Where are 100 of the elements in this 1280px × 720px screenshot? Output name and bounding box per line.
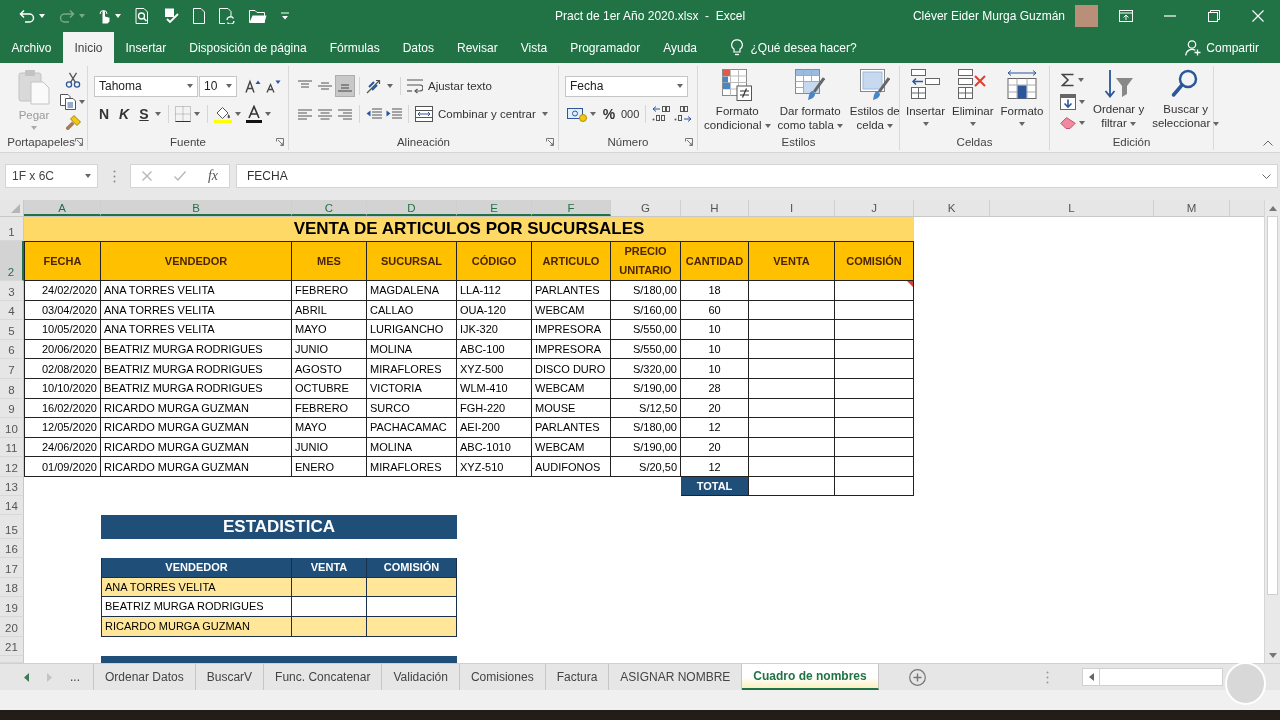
row-header[interactable]: 2 — [0, 241, 24, 281]
font-color-icon[interactable] — [246, 105, 262, 123]
conditional-format-button[interactable]: Formato condicional — [702, 66, 773, 134]
format-as-table-button[interactable]: Dar formato como tabla — [775, 66, 845, 134]
ribbon-tab[interactable]: Insertar — [114, 32, 178, 63]
scrollbar-thumb[interactable] — [1267, 216, 1278, 595]
caret-icon[interactable] — [1078, 77, 1084, 82]
row-header[interactable]: 20 — [0, 616, 24, 637]
checkmark-icon[interactable] — [173, 171, 186, 181]
corner-arrow-icon[interactable] — [75, 138, 83, 146]
row-header[interactable]: 1 — [0, 217, 24, 241]
sheet-tab[interactable]: Cuadro de nombres — [742, 664, 879, 690]
name-box[interactable]: 1F x 6C — [5, 164, 98, 188]
scroll-down-icon[interactable] — [1268, 652, 1277, 658]
vertical-dots-icon[interactable] — [1046, 670, 1049, 684]
square-check-icon[interactable] — [163, 8, 179, 24]
row-header[interactable]: 3 — [0, 281, 24, 301]
document-refresh-icon[interactable] — [219, 8, 235, 24]
sort-filter-button[interactable]: Ordenar y filtrar — [1091, 66, 1147, 134]
insert-function-button[interactable]: fx — [207, 168, 218, 184]
sigma-icon[interactable] — [1061, 72, 1075, 87]
increase-indent-icon[interactable] — [386, 108, 402, 120]
thousands-separator-button[interactable]: 000 — [619, 103, 642, 125]
formula-input[interactable]: FECHA — [236, 164, 1278, 188]
money-icon[interactable] — [567, 106, 587, 122]
caret-icon[interactable] — [79, 99, 85, 104]
restore-icon[interactable] — [1208, 10, 1220, 22]
column-header[interactable]: C — [292, 200, 367, 216]
decrease-decimal-icon[interactable] — [674, 106, 693, 122]
print-preview-icon[interactable] — [135, 8, 149, 24]
row-header[interactable]: 10 — [0, 418, 24, 438]
column-header[interactable]: K — [914, 200, 990, 216]
ribbon-tab[interactable]: Revisar — [445, 32, 510, 63]
tell-me-search[interactable]: ¿Qué desea hacer? — [730, 32, 857, 63]
row-header[interactable]: 9 — [0, 398, 24, 419]
row-header[interactable]: 7 — [0, 359, 24, 379]
font-size-dropdown[interactable]: 10 — [199, 75, 237, 97]
close-icon[interactable] — [1252, 10, 1264, 22]
ribbon-tab[interactable]: Fórmulas — [318, 32, 392, 63]
scroll-left-icon[interactable] — [1088, 673, 1094, 681]
caret-icon[interactable] — [194, 112, 200, 116]
share-button[interactable]: Compartir — [1185, 32, 1259, 63]
paintbrush-icon[interactable] — [64, 115, 81, 132]
scroll-up-icon[interactable] — [1268, 205, 1277, 211]
row-header[interactable]: 19 — [0, 596, 24, 617]
row-header[interactable]: 17 — [0, 557, 24, 578]
row-header[interactable]: 12 — [0, 457, 24, 477]
copy-icon[interactable] — [60, 93, 76, 110]
chevron-down-icon[interactable] — [1262, 173, 1271, 179]
column-header[interactable]: J — [835, 200, 914, 216]
wrap-text-button[interactable]: Ajustar texto — [405, 75, 494, 97]
caret-icon[interactable] — [115, 14, 121, 18]
decrease-indent-icon[interactable] — [366, 108, 382, 120]
column-header[interactable]: G — [611, 200, 681, 216]
row-header[interactable]: 6 — [0, 339, 24, 360]
folder-icon[interactable] — [249, 9, 267, 23]
percent-button[interactable]: % — [599, 103, 619, 125]
cell-styles-button[interactable]: Estilos de celda — [847, 66, 902, 134]
user-name[interactable]: Cléver Eider Murga Guzmán — [912, 9, 1065, 23]
format-button[interactable]: Formato — [998, 66, 1046, 134]
underline-button[interactable]: S — [134, 103, 154, 125]
ribbon-tab[interactable]: Archivo — [0, 32, 63, 63]
column-header[interactable]: D — [367, 200, 457, 216]
decrease-font-size-icon[interactable] — [265, 79, 281, 93]
column-header[interactable]: M — [1154, 200, 1230, 216]
column-header[interactable]: E — [457, 200, 532, 216]
caret-icon[interactable] — [590, 112, 596, 116]
horizontal-scrollbar[interactable] — [1082, 668, 1223, 686]
more-sheets-button[interactable]: ... — [70, 670, 80, 684]
down-arrow-box-icon[interactable] — [1060, 93, 1076, 110]
bold-button[interactable]: N — [94, 103, 114, 125]
scissors-icon[interactable] — [64, 71, 81, 88]
column-header[interactable]: B — [101, 200, 292, 216]
column-header[interactable]: I — [749, 200, 835, 216]
borders-icon[interactable] — [175, 106, 191, 122]
merge-center-button[interactable]: Combinar y centrar — [413, 103, 553, 125]
caret-icon[interactable] — [39, 14, 45, 18]
caret-icon[interactable] — [155, 112, 161, 116]
ribbon-tab[interactable]: Inicio — [63, 32, 115, 63]
corner-arrow-icon[interactable] — [546, 138, 554, 146]
add-sheet-icon[interactable] — [908, 668, 926, 686]
row-header[interactable]: 11 — [0, 437, 24, 458]
find-select-button[interactable]: Buscar y seleccionar — [1150, 66, 1222, 134]
italic-button[interactable]: K — [114, 103, 134, 125]
vertical-scrollbar[interactable] — [1264, 200, 1280, 663]
new-document-icon[interactable] — [193, 8, 205, 24]
caret-icon[interactable] — [1079, 121, 1085, 126]
font-name-dropdown[interactable]: Tahoma — [94, 75, 198, 97]
ribbon-tab[interactable]: Ayuda — [651, 32, 709, 63]
caret-icon[interactable] — [265, 112, 271, 116]
undo-icon[interactable] — [19, 9, 35, 23]
row-header[interactable]: 8 — [0, 378, 24, 399]
corner-arrow-icon[interactable] — [685, 138, 693, 146]
caret-icon[interactable] — [387, 84, 393, 88]
ribbon-tab[interactable]: Vista — [509, 32, 559, 63]
increase-font-size-icon[interactable] — [245, 79, 261, 93]
fill-bucket-icon[interactable] — [214, 105, 232, 123]
column-header[interactable]: A — [24, 200, 101, 216]
column-header[interactable]: H — [681, 200, 749, 216]
vertical-dots-icon[interactable] — [112, 169, 116, 183]
